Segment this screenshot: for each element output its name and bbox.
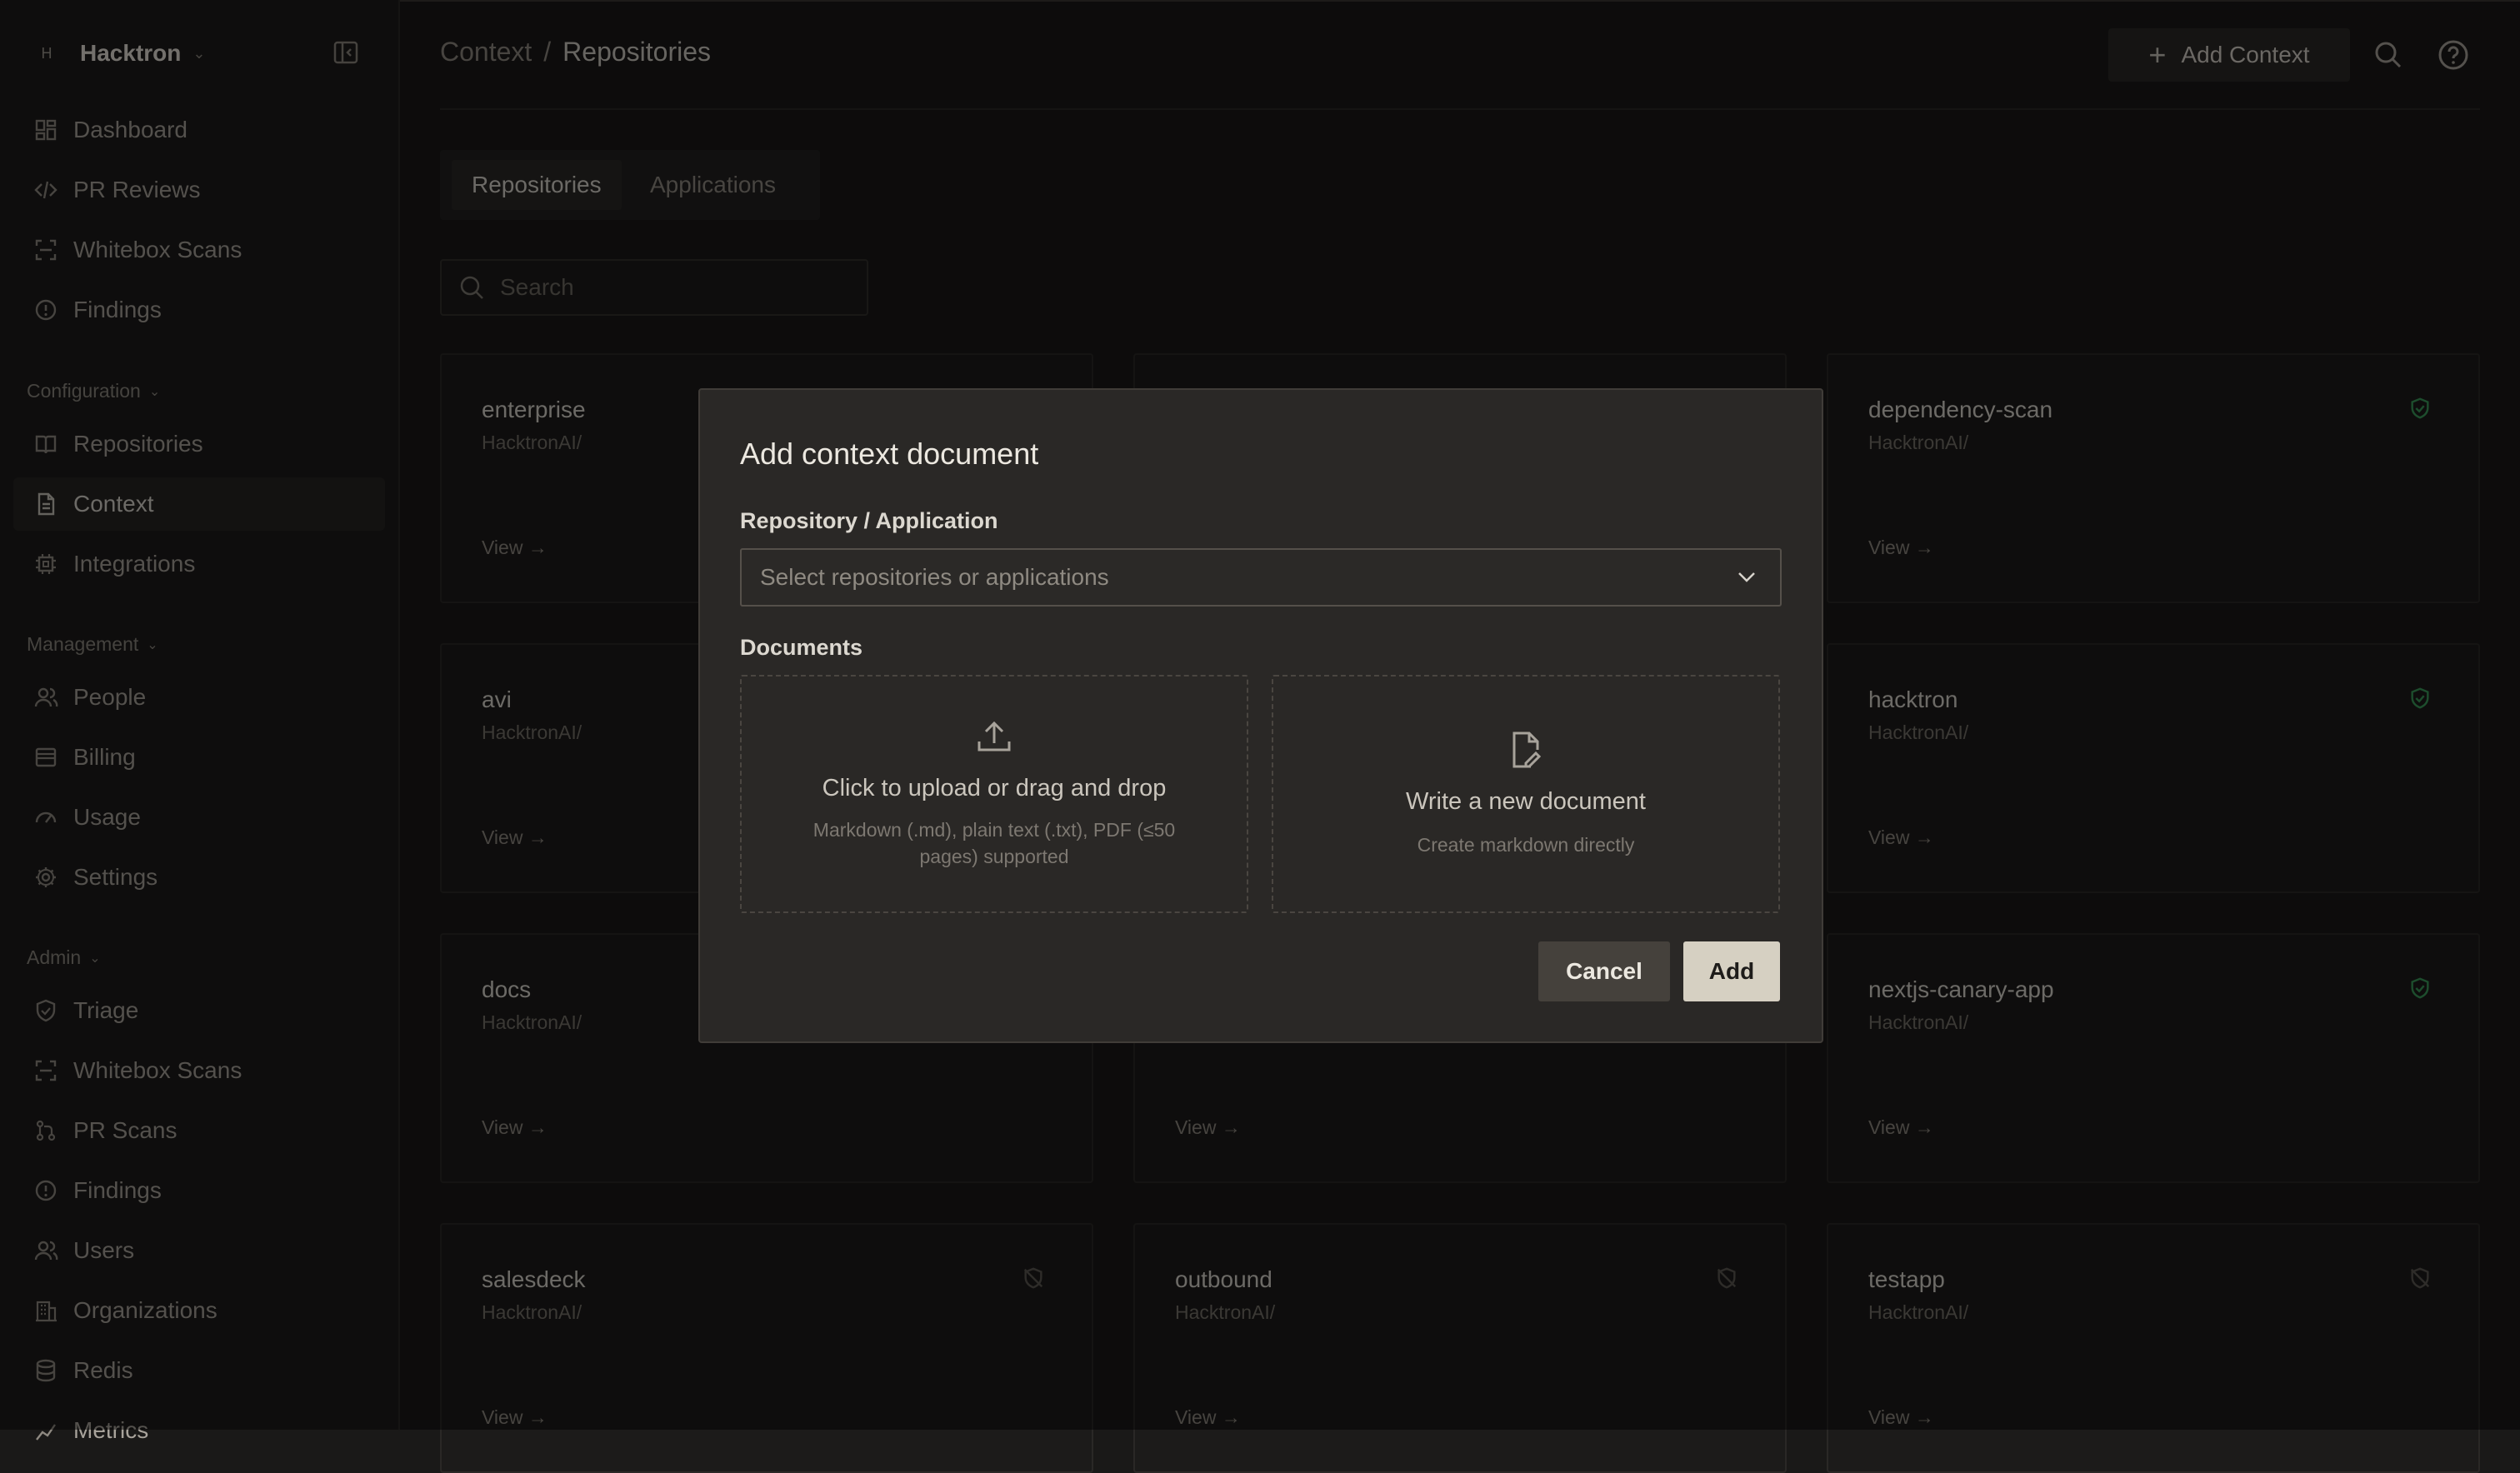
select-placeholder: Select repositories or applications [760,564,1109,590]
add-button[interactable]: Add [1683,941,1780,1001]
upload-title: Click to upload or drag and drop [822,775,1167,801]
write-document-option[interactable]: Write a new document Create markdown dir… [1272,675,1780,913]
upload-dropzone[interactable]: Click to upload or drag and drop Markdow… [740,675,1248,913]
add-context-dialog: Add context document Repository / Applic… [698,388,1823,1043]
repository-label: Repository / Application [740,508,998,533]
cancel-button[interactable]: Cancel [1538,941,1670,1001]
write-subtitle: Create markdown directly [1417,834,1635,856]
repository-select[interactable]: Select repositories or applications [740,548,1782,607]
dialog-title: Add context document [740,437,1039,471]
upload-subtitle: Markdown (.md), plain text (.txt), PDF (… [812,819,1176,867]
upload-icon [974,717,1014,756]
write-title: Write a new document [1406,788,1646,815]
edit-document-icon [1506,730,1546,770]
documents-label: Documents [740,635,863,660]
chevron-down-icon [1735,565,1758,588]
